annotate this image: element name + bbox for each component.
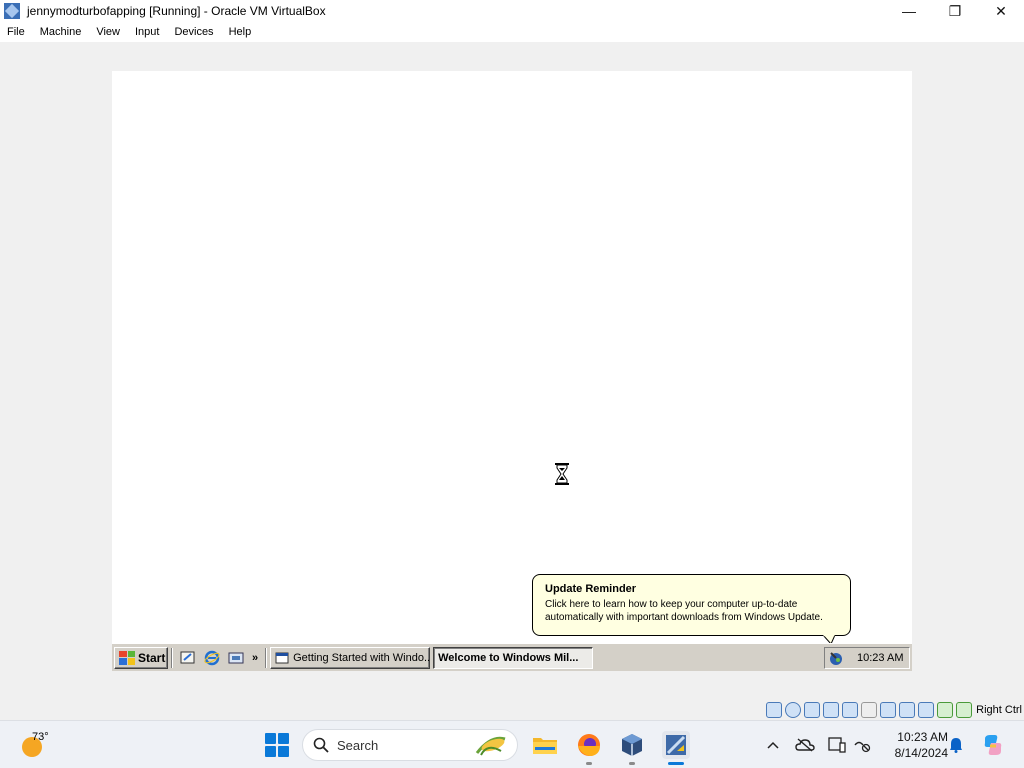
optical-drive-icon[interactable] [785, 702, 802, 718]
host-key-label: Right Ctrl [976, 704, 1022, 716]
vbox-menubar: File Machine View Input Devices Help [0, 22, 1024, 42]
window-icon [275, 652, 289, 663]
minimize-button[interactable]: — [886, 0, 932, 22]
vm-xp-icon[interactable] [662, 731, 690, 765]
clock-date: 8/14/2024 [894, 746, 948, 760]
file-explorer-icon[interactable] [531, 731, 559, 759]
virtualbox-icon[interactable] [618, 731, 646, 765]
display-tray-icon[interactable] [826, 731, 848, 759]
tray-overflow-chevron-icon[interactable] [764, 731, 782, 759]
running-indicator [586, 762, 592, 765]
network-icon[interactable] [823, 702, 840, 718]
quick-launch-overflow[interactable]: » [252, 652, 258, 664]
menu-machine[interactable]: Machine [33, 26, 90, 38]
display-icon[interactable] [880, 702, 897, 718]
host-taskbar: 73° Search 10:23 AM 8/14/2024 [0, 720, 1024, 768]
taskbar-separator [171, 647, 173, 668]
active-indicator [668, 762, 684, 765]
audio-icon[interactable] [804, 702, 821, 718]
video-capture-icon[interactable] [899, 702, 916, 718]
weather-temperature: 73° [32, 731, 49, 743]
virtualbox-app-icon [4, 3, 20, 19]
menu-input[interactable]: Input [128, 26, 167, 38]
network-status-icon[interactable] [852, 731, 872, 759]
vbox-titlebar: jennymodturbofapping [Running] - Oracle … [0, 0, 1024, 22]
balloon-body-line-1: Click here to learn how to keep your com… [545, 599, 798, 610]
balloon-title: Update Reminder [545, 583, 637, 595]
start-label: Start [138, 650, 166, 665]
start-button[interactable]: Start [114, 646, 168, 669]
clock-time: 10:23 AM [897, 730, 948, 744]
search-icon [313, 737, 329, 753]
mouse-integration-icon[interactable] [956, 702, 973, 718]
cpu-icon[interactable] [918, 702, 935, 718]
menu-view[interactable]: View [89, 26, 128, 38]
task-label: Welcome to Windows Mil... [438, 651, 579, 664]
media-player-icon[interactable] [227, 649, 245, 667]
recording-icon[interactable] [937, 702, 954, 718]
task-button-getting-started[interactable]: Getting Started with Windo... [270, 646, 431, 669]
menu-help[interactable]: Help [222, 26, 260, 38]
update-reminder-balloon[interactable]: Update Reminder Click here to learn how … [532, 574, 851, 636]
corn-icon [475, 736, 506, 756]
task-label: Getting Started with Windo... [293, 651, 431, 664]
window-controls: — ❐ ✕ [886, 0, 1024, 22]
internet-explorer-icon[interactable] [203, 649, 221, 667]
menu-file[interactable]: File [0, 26, 33, 38]
notification-bell-icon[interactable] [946, 731, 966, 759]
hard-disk-icon[interactable] [766, 702, 783, 718]
maximize-button[interactable]: ❐ [932, 0, 978, 22]
guest-system-tray: 10:23 AM [824, 647, 910, 669]
host-clock[interactable]: 10:23 AM 8/14/2024 [880, 729, 948, 761]
hourglass-cursor-icon [555, 463, 569, 485]
firefox-icon[interactable] [575, 731, 603, 765]
taskbar-separator [265, 647, 268, 668]
window-title: jennymodturbofapping [Running] - Oracle … [27, 4, 326, 18]
running-indicator [629, 762, 635, 765]
windows-start-icon[interactable] [265, 733, 289, 757]
host-search-box[interactable]: Search [302, 729, 518, 761]
menu-devices[interactable]: Devices [167, 26, 221, 38]
weather-widget[interactable]: 73° [20, 731, 60, 761]
guest-screen[interactable]: Update Reminder Click here to learn how … [112, 71, 912, 671]
search-placeholder: Search [337, 737, 379, 753]
shared-folders-icon[interactable] [861, 702, 878, 718]
show-desktop-icon[interactable] [179, 649, 197, 667]
onedrive-offline-icon[interactable] [794, 731, 816, 759]
usb-icon[interactable] [842, 702, 859, 718]
windows-flag-icon [119, 650, 135, 665]
vbox-status-bar: Right Ctrl [763, 700, 1024, 720]
copilot-icon[interactable] [980, 731, 1006, 759]
guest-taskbar: Start » Getting Started with Windo... We… [112, 643, 912, 671]
windows-update-icon[interactable] [827, 650, 845, 666]
task-button-welcome[interactable]: Welcome to Windows Mil... [433, 646, 594, 669]
guest-clock: 10:23 AM [857, 652, 904, 664]
balloon-body-line-2: automatically with important downloads f… [545, 612, 823, 623]
close-button[interactable]: ✕ [978, 0, 1024, 22]
